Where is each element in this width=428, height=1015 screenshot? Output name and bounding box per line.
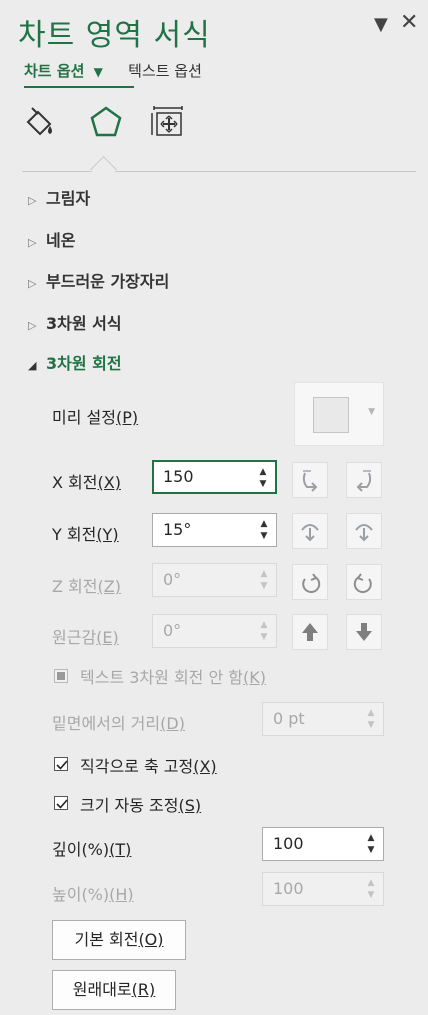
autoscale-checkbox[interactable] xyxy=(54,796,68,810)
right-angle-axes-checkbox[interactable] xyxy=(54,757,68,771)
depth-label: 깊이(%)(T) xyxy=(52,840,132,859)
section-shadow[interactable]: ▷ 그림자 xyxy=(28,185,90,209)
section-soft-edges[interactable]: ▷ 부드러운 가장자리 xyxy=(28,268,169,292)
size-properties-icon[interactable] xyxy=(150,104,186,140)
chevron-down-icon: ▼ xyxy=(368,407,375,417)
spinner-arrows: ▲ ▼ xyxy=(367,878,375,900)
spinner-arrows: ▲ ▼ xyxy=(367,708,375,730)
section-3d-format[interactable]: ▷ 3차원 서식 xyxy=(28,310,122,334)
reset-button[interactable]: 원래대로(R) xyxy=(52,970,176,1010)
y-rotation-input[interactable]: 15° ▲ ▼ xyxy=(152,513,277,547)
rotate-down-icon[interactable] xyxy=(346,513,382,549)
collapse-triangle-icon: ◢ xyxy=(28,359,37,372)
rotate-counterclockwise-icon[interactable] xyxy=(292,564,328,600)
active-tab-underline xyxy=(24,86,134,88)
expand-triangle-icon: ▷ xyxy=(28,236,37,249)
options-tabs: 차트 옵션 ▼ 텍스트 옵션 xyxy=(24,60,202,81)
narrow-field-icon[interactable] xyxy=(292,614,328,650)
depth-input[interactable]: 100 ▲ ▼ xyxy=(262,827,384,861)
distance-from-ground-input[interactable]: 0 pt ▲ ▼ xyxy=(262,702,384,736)
z-rotation-input[interactable]: 0° ▲ ▼ xyxy=(152,563,277,597)
active-icon-pointer xyxy=(90,156,117,183)
rotate-left-icon[interactable] xyxy=(292,462,328,498)
spinner-arrows[interactable]: ▲ ▼ xyxy=(365,832,377,856)
tab-chart-options[interactable]: 차트 옵션 ▼ xyxy=(24,62,108,80)
effects-pentagon-icon[interactable] xyxy=(88,104,124,140)
spinner-arrows: ▲ ▼ xyxy=(260,569,268,591)
spinner-arrows[interactable]: ▲ ▼ xyxy=(257,466,269,490)
perspective-label: 원근감(E) xyxy=(52,628,119,647)
rotate-up-icon[interactable] xyxy=(292,513,328,549)
divider xyxy=(22,171,416,172)
rotate-right-icon[interactable] xyxy=(346,462,382,498)
section-3d-rotation[interactable]: ◢ 3차원 회전 xyxy=(28,350,122,374)
triangle-down-icon[interactable]: ▼ xyxy=(374,14,388,35)
widen-field-icon[interactable] xyxy=(346,614,382,650)
rotate-clockwise-icon[interactable] xyxy=(346,564,382,600)
height-label: 높이(%)(H) xyxy=(52,885,134,904)
distance-from-ground-label: 밑면에서의 거리(D) xyxy=(52,714,185,733)
pane-title: 차트 영역 서식 xyxy=(18,18,211,53)
height-input[interactable]: 100 ▲ ▼ xyxy=(262,872,384,906)
right-angle-axes-label: 직각으로 축 고정(X) xyxy=(80,757,217,776)
x-rotation-input[interactable]: 150 ▲ ▼ xyxy=(152,460,277,494)
keep-text-flat-checkbox[interactable] xyxy=(54,669,68,683)
expand-triangle-icon: ▷ xyxy=(28,277,37,290)
preset-swatch xyxy=(313,397,349,433)
expand-triangle-icon: ▷ xyxy=(28,194,37,207)
y-rotation-label: Y 회전(Y) xyxy=(52,525,119,544)
tab-text-options[interactable]: 텍스트 옵션 xyxy=(128,62,202,80)
section-glow[interactable]: ▷ 네온 xyxy=(28,227,75,251)
close-icon[interactable]: ✕ xyxy=(400,10,418,35)
chevron-down-icon: ▼ xyxy=(93,65,103,79)
default-rotation-button[interactable]: 기본 회전(O) xyxy=(52,920,186,960)
autoscale-label: 크기 자동 조정(S) xyxy=(80,796,202,815)
keep-text-flat-label: 텍스트 3차원 회전 안 함(K) xyxy=(80,668,266,687)
x-rotation-label: X 회전(X) xyxy=(52,473,121,492)
fill-line-icon[interactable] xyxy=(22,104,58,140)
spinner-arrows[interactable]: ▲ ▼ xyxy=(258,518,270,542)
expand-triangle-icon: ▷ xyxy=(28,319,37,332)
presets-label: 미리 설정(P) xyxy=(52,408,139,427)
z-rotation-label: Z 회전(Z) xyxy=(52,577,121,596)
presets-dropdown[interactable]: ▼ xyxy=(294,382,384,446)
spinner-arrows: ▲ ▼ xyxy=(260,620,268,642)
perspective-input[interactable]: 0° ▲ ▼ xyxy=(152,614,277,648)
